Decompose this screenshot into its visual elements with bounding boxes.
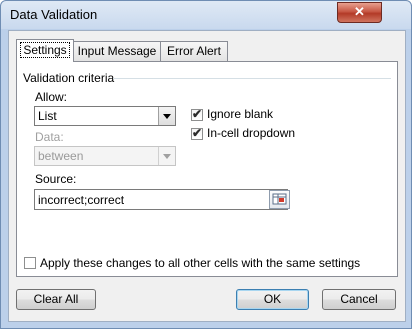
clear-all-button[interactable]: Clear All bbox=[16, 289, 96, 310]
dialog-body: Settings Input Message Error Alert Valid… bbox=[8, 30, 406, 322]
data-select-value: between bbox=[38, 149, 84, 163]
in-cell-dropdown-label[interactable]: In-cell dropdown bbox=[207, 126, 295, 140]
allow-label: Allow: bbox=[35, 90, 68, 104]
close-button[interactable]: ✕ bbox=[337, 2, 382, 23]
tab-settings-label: Settings bbox=[20, 42, 70, 58]
checkmark-icon: ✔ bbox=[192, 107, 203, 121]
data-dropdown-button bbox=[158, 147, 175, 165]
tab-error-alert[interactable]: Error Alert bbox=[160, 41, 228, 61]
range-selector-button[interactable] bbox=[269, 190, 290, 209]
source-input-value: incorrect;correct bbox=[38, 193, 125, 207]
data-select: between bbox=[34, 146, 176, 166]
group-separator bbox=[113, 78, 391, 79]
title-bar[interactable]: Data Validation ✕ bbox=[1, 1, 411, 29]
allow-select-value: List bbox=[38, 109, 57, 123]
ignore-blank-checkbox[interactable]: ✔ bbox=[191, 107, 203, 121]
apply-all-checkbox[interactable] bbox=[24, 257, 36, 269]
tab-settings[interactable]: Settings bbox=[16, 39, 74, 62]
allow-select[interactable]: List bbox=[34, 106, 176, 126]
ignore-blank-label[interactable]: Ignore blank bbox=[207, 107, 273, 121]
ok-button[interactable]: OK bbox=[236, 289, 309, 310]
source-input[interactable]: incorrect;correct bbox=[34, 189, 288, 210]
settings-panel: Validation criteria Allow: List ✔ Ignore… bbox=[16, 61, 398, 277]
chevron-down-icon bbox=[163, 154, 171, 159]
in-cell-dropdown-checkbox[interactable]: ✔ bbox=[191, 126, 203, 140]
validation-criteria-label: Validation criteria bbox=[23, 71, 115, 85]
cancel-button[interactable]: Cancel bbox=[322, 289, 396, 310]
checkmark-icon: ✔ bbox=[192, 126, 203, 140]
chevron-down-icon bbox=[163, 114, 171, 119]
dialog-window: Data Validation ✕ Settings Input Message… bbox=[0, 0, 412, 329]
dialog-title: Data Validation bbox=[10, 7, 98, 22]
tab-input-message-label: Input Message bbox=[77, 44, 157, 58]
data-label: Data: bbox=[35, 130, 64, 144]
apply-all-label[interactable]: Apply these changes to all other cells w… bbox=[40, 256, 360, 270]
allow-dropdown-button[interactable] bbox=[158, 107, 175, 125]
tab-input-message[interactable]: Input Message bbox=[72, 41, 162, 61]
source-label: Source: bbox=[35, 172, 77, 186]
range-selector-icon bbox=[272, 193, 287, 205]
close-icon: ✕ bbox=[354, 4, 365, 19]
tab-error-alert-label: Error Alert bbox=[166, 44, 221, 58]
